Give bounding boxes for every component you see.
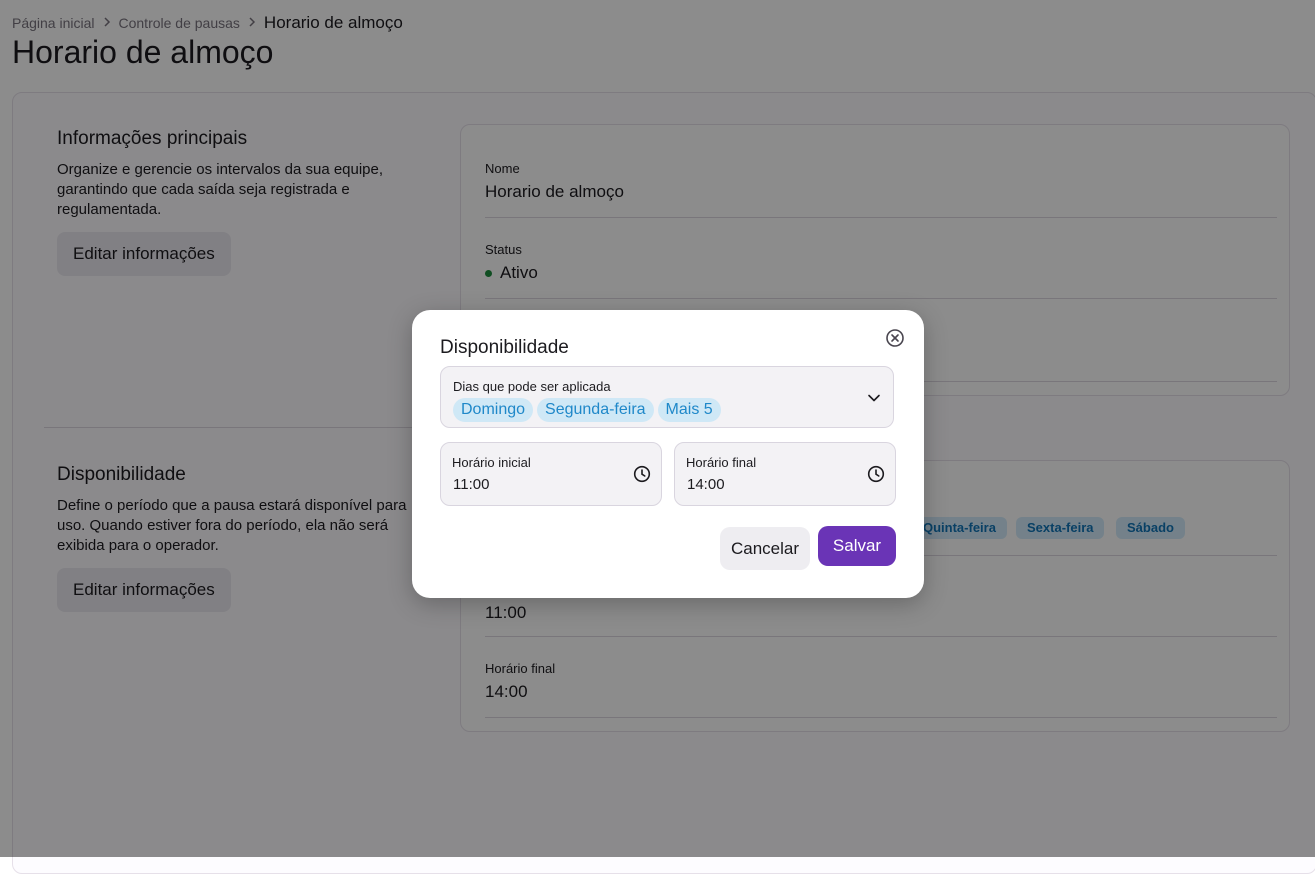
start-time-label: Horário inicial [452, 455, 531, 470]
clock-icon[interactable] [867, 465, 885, 483]
dialog-title: Disponibilidade [440, 337, 569, 358]
day-chip-domingo[interactable]: Domingo [453, 398, 534, 422]
cancel-button[interactable]: Cancelar [720, 527, 810, 570]
availability-dialog: Disponibilidade Dias que pode ser aplica… [412, 310, 924, 598]
start-time-value: 11:00 [453, 476, 490, 493]
start-time-field[interactable]: Horário inicial 11:00 [440, 442, 662, 506]
close-icon[interactable] [885, 328, 905, 348]
day-chip-segunda[interactable]: Segunda-feira [537, 398, 654, 422]
save-button[interactable]: Salvar [818, 526, 896, 566]
end-time-value: 14:00 [687, 476, 725, 493]
clock-icon[interactable] [633, 465, 651, 483]
days-select[interactable]: Dias que pode ser aplicada Domingo Segun… [440, 366, 894, 428]
selected-days-chips: Domingo Segunda-feira Mais 5 [453, 398, 721, 422]
end-time-label: Horário final [686, 455, 757, 470]
end-time-field[interactable]: Horário final 14:00 [674, 442, 896, 506]
chevron-down-icon[interactable] [867, 391, 881, 405]
more-days-chip[interactable]: Mais 5 [657, 398, 721, 422]
days-select-label: Dias que pode ser aplicada [453, 379, 611, 394]
